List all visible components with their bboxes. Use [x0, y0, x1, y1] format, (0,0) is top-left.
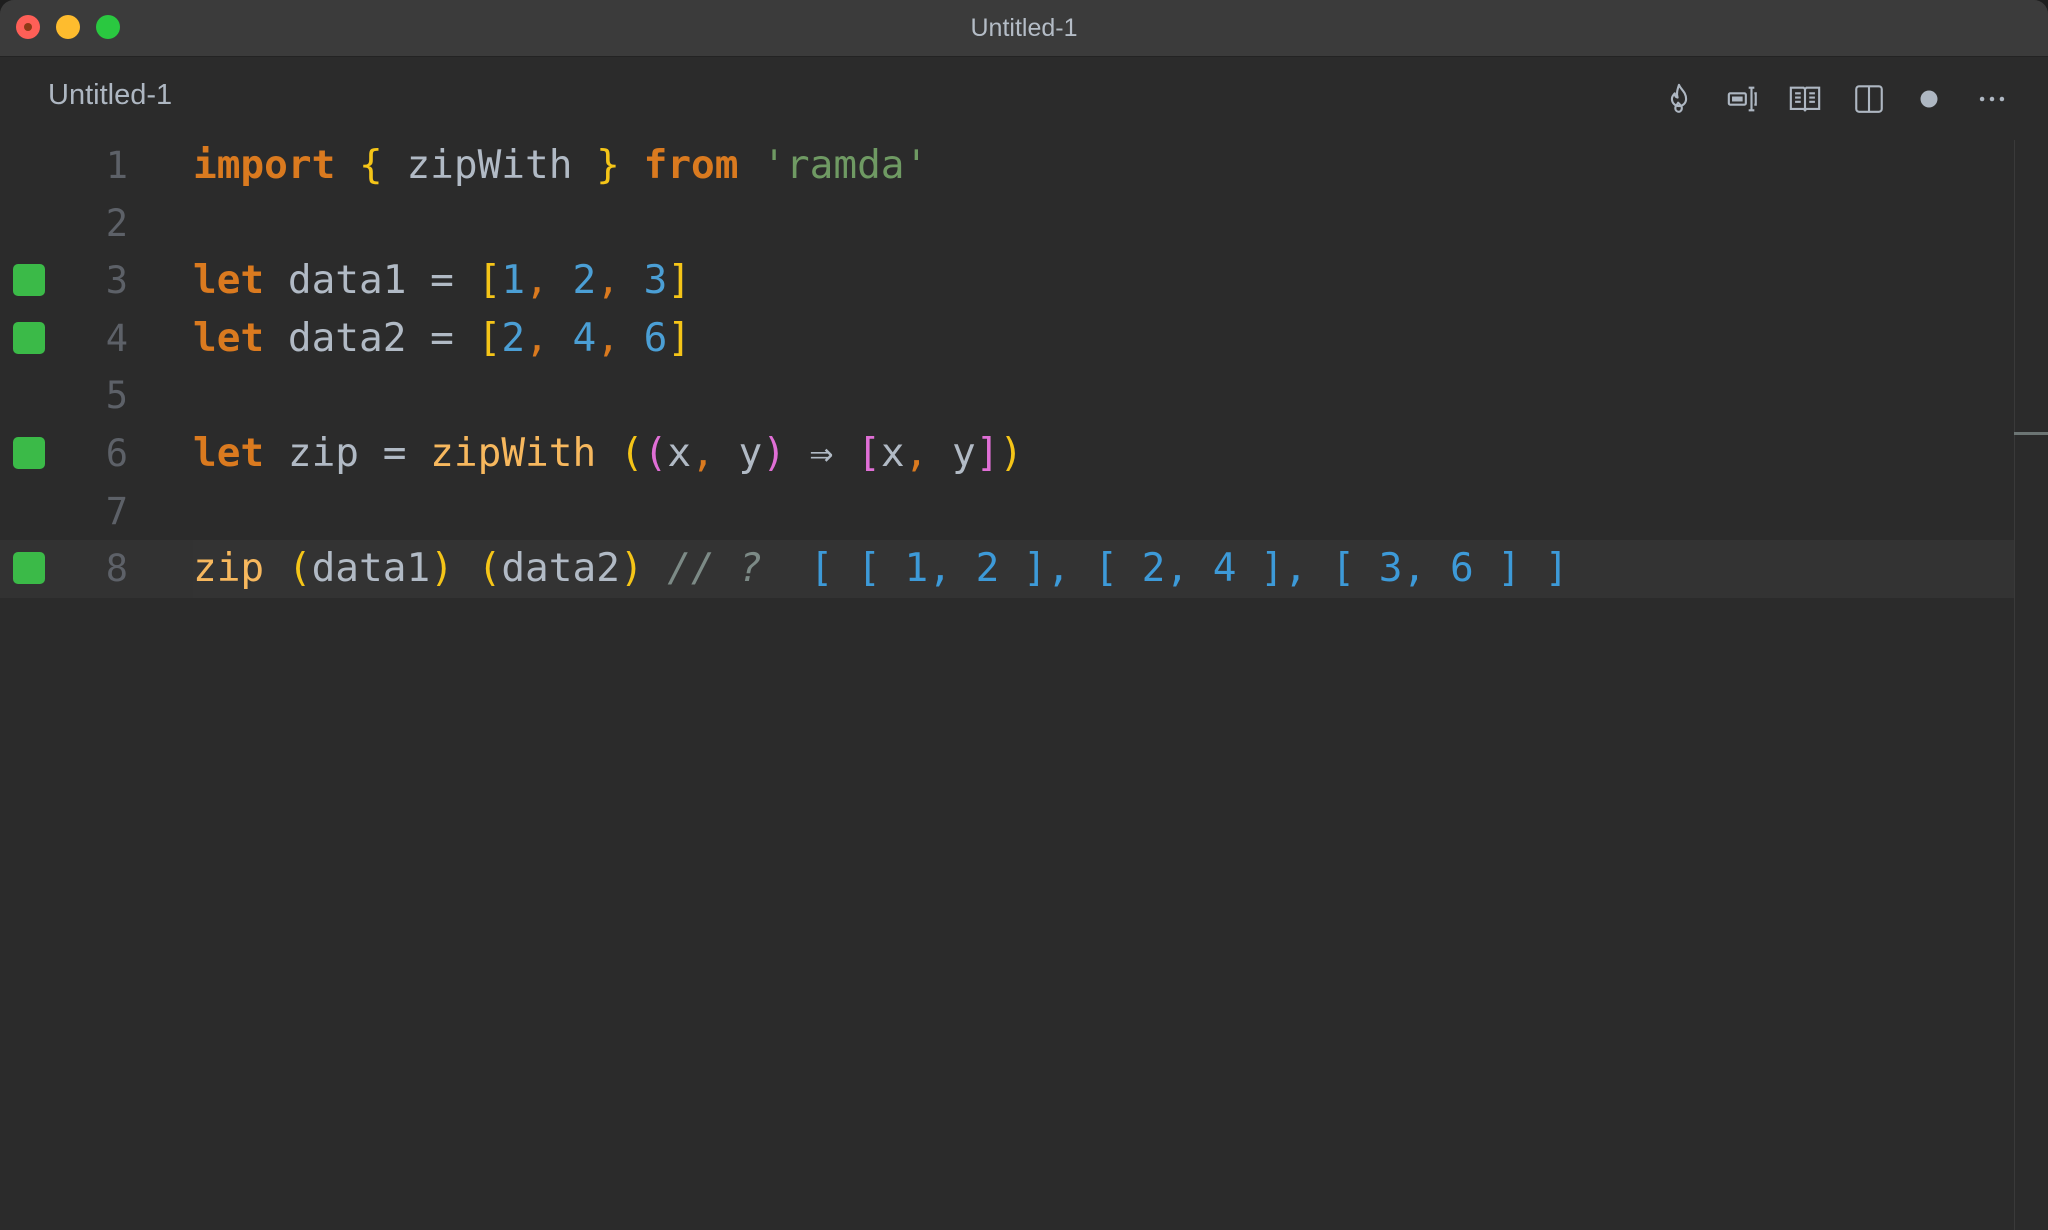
code-token: , [525, 257, 549, 304]
code-token: 'ramda' [762, 142, 929, 188]
code-token: ] [667, 257, 692, 304]
line-number: 8 [105, 547, 128, 591]
code-token: ) [619, 545, 644, 592]
code-token: zipWith [430, 430, 597, 476]
code-token: , [525, 314, 549, 361]
code-token: x [667, 430, 692, 476]
code-token: 3 [643, 257, 668, 304]
code-line[interactable]: 3 let data1 = [1, 2, 3] [0, 252, 2014, 310]
tab-untitled-1[interactable]: Untitled-1 [48, 79, 172, 112]
code-token: 2 [572, 257, 597, 304]
code-token: [ [ 1, 2 ], [ 2, 4 ], [ 3, 6 ] ] [762, 545, 1569, 592]
code-token: ( [619, 430, 644, 476]
code-token: from [643, 142, 739, 188]
code-token: ] [975, 430, 1000, 476]
code-token: ) [762, 430, 786, 476]
scrollbar-cursor-indicator [2014, 432, 2048, 435]
code-line[interactable]: 4 let data2 = [2, 4, 6] [0, 310, 2014, 368]
code-token: // ? [643, 545, 763, 592]
coverage-marker-icon [13, 321, 45, 354]
book-icon[interactable] [1787, 81, 1823, 117]
title-bar: Untitled-1 [0, 0, 2048, 57]
code-token: , [691, 430, 715, 476]
vertical-scrollbar[interactable] [2014, 140, 2048, 1230]
code-token: 4 [572, 314, 597, 361]
code-token: [ [477, 257, 502, 304]
code-token: zip [193, 545, 265, 592]
line-number: 3 [105, 259, 128, 303]
code-token: ( [477, 545, 502, 592]
code-token: , [596, 314, 620, 361]
rename-icon[interactable] [1725, 81, 1761, 117]
line-number: 2 [105, 201, 128, 245]
window-title: Untitled-1 [970, 14, 1078, 42]
code-token: ⇒ [785, 430, 858, 476]
code-token: , [904, 430, 929, 476]
code-token: let [193, 430, 265, 476]
code-editor[interactable]: 1 import { zipWith } from 'ramda' 2 3 let da… [0, 137, 2014, 1230]
code-token: ) [430, 545, 454, 592]
code-line[interactable]: 1 import { zipWith } from 'ramda' [0, 137, 2014, 195]
code-token: 2 [501, 314, 526, 361]
coverage-marker-icon [13, 264, 45, 297]
code-token: x [880, 430, 905, 476]
flame-icon[interactable] [1661, 81, 1697, 117]
code-text: zip (data1) (data2) // ? [ [ 1, 2 ], [ 2… [193, 540, 1569, 598]
code-token: zip = [264, 430, 431, 476]
code-text: let data1 = [1, 2, 3] [193, 252, 691, 310]
unsaved-dot-icon[interactable] [1911, 81, 1947, 117]
line-number: 4 [105, 316, 128, 360]
tab-bar: Untitled-1 [0, 57, 2048, 137]
line-number: 7 [105, 489, 128, 533]
line-number: 6 [105, 432, 128, 475]
code-token: let [193, 257, 265, 304]
code-token: data2 = [264, 314, 478, 361]
code-token: ) [999, 430, 1024, 476]
code-token: y [928, 430, 976, 476]
editor-window: Untitled-1 Untitled-1 1 import { zipWith… [0, 0, 2048, 1230]
code-token: data2 [501, 545, 620, 592]
code-text: let data2 = [2, 4, 6] [193, 310, 691, 368]
split-editor-icon[interactable] [1851, 81, 1887, 117]
code-token: 1 [501, 257, 526, 304]
code-token: } [596, 142, 620, 188]
code-token: data1 [311, 545, 431, 592]
more-icon[interactable] [1974, 81, 2010, 117]
code-token: zipWith [382, 142, 597, 188]
code-token: import [193, 142, 336, 188]
code-line[interactable]: 8 zip (data1) (data2) // ? [ [ 1, 2 ], [ … [0, 540, 2014, 598]
code-token: ( [643, 430, 668, 476]
code-token: ] [667, 314, 692, 361]
code-token: , [596, 257, 620, 304]
line-number: 5 [105, 374, 128, 418]
code-token: let [193, 314, 265, 361]
code-line[interactable]: 6 let zip = zipWith ((x, y) ⇒ [x, y]) [0, 425, 2014, 483]
code-token: 6 [643, 314, 668, 361]
code-token: data1 = [264, 257, 478, 304]
code-token: [ [477, 314, 502, 361]
code-text: let zip = zipWith ((x, y) ⇒ [x, y]) [193, 425, 1023, 483]
code-line[interactable]: 5 [0, 367, 2014, 425]
code-text: import { zipWith } from 'ramda' [193, 137, 928, 195]
coverage-marker-icon [13, 552, 45, 585]
code-line[interactable]: 2 [0, 195, 2014, 253]
line-number: 1 [105, 144, 128, 187]
code-token: ( [287, 545, 312, 592]
code-token: [ [857, 430, 881, 476]
coverage-marker-icon [13, 437, 45, 469]
code-token: { [359, 142, 383, 188]
code-line[interactable]: 7 [0, 483, 2014, 541]
code-token: y [714, 430, 763, 476]
